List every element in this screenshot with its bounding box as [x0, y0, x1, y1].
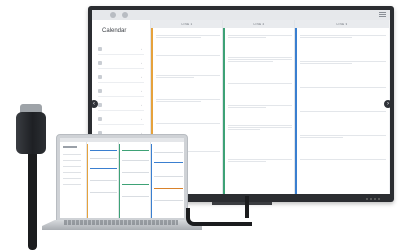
calendar-event[interactable] — [156, 98, 220, 102]
chevron-right-icon[interactable]: › — [384, 100, 390, 108]
chevron-right-icon: › — [141, 89, 142, 93]
laptop-screen — [60, 138, 184, 218]
indicator-lights — [366, 198, 380, 200]
calendar-event[interactable] — [228, 82, 292, 84]
chevron-right-icon: › — [141, 117, 142, 121]
item-icon — [98, 117, 102, 121]
laptop-cable — [186, 208, 252, 226]
calendar-event[interactable] — [156, 54, 220, 56]
item-icon — [98, 75, 102, 79]
laptop-sidebar — [60, 142, 87, 218]
calendar-event[interactable] — [300, 60, 386, 64]
item-icon — [98, 103, 102, 107]
laptop-keyboard — [64, 220, 178, 225]
sidebar-item[interactable]: › — [98, 114, 144, 125]
sidebar-item[interactable]: › — [98, 44, 144, 55]
calendar-event[interactable] — [300, 86, 386, 88]
day-column-header: LINE 3 — [295, 20, 389, 28]
laptop-day-column — [118, 142, 151, 218]
calendar-event[interactable] — [156, 34, 220, 38]
settings-icon[interactable] — [122, 12, 128, 18]
calendar-event[interactable] — [156, 122, 220, 124]
item-icon — [98, 61, 102, 65]
display-stand — [212, 202, 272, 205]
calendar-event[interactable] — [228, 104, 292, 108]
hdmi-cable — [28, 150, 37, 250]
laptop-day-column — [150, 142, 184, 218]
sidebar-title: Calendar — [102, 28, 127, 34]
calendar-event[interactable] — [228, 56, 292, 62]
day-column: LINE 2 — [222, 20, 295, 194]
chevron-right-icon: › — [141, 47, 142, 51]
top-bar — [92, 10, 390, 20]
day-column: LINE 3 — [294, 20, 389, 194]
item-icon — [98, 89, 102, 93]
column-accent-bar — [223, 28, 225, 194]
calendar-event[interactable] — [228, 34, 292, 38]
chevron-right-icon: › — [141, 103, 142, 107]
sidebar-item[interactable]: › — [98, 86, 144, 97]
sidebar-item[interactable]: › — [98, 58, 144, 69]
laptop-day-column — [86, 142, 119, 218]
column-accent-bar — [295, 28, 297, 194]
laptop-lid — [56, 134, 188, 222]
calendar-event[interactable] — [300, 134, 386, 138]
chevron-right-icon: › — [141, 75, 142, 79]
calendar-event[interactable] — [228, 158, 292, 162]
calendar-event[interactable] — [228, 124, 292, 130]
back-icon[interactable] — [110, 12, 116, 18]
calendar-event[interactable] — [300, 34, 386, 38]
hamburger-menu-icon[interactable] — [379, 12, 386, 18]
calendar-event[interactable] — [156, 74, 220, 78]
sidebar-item[interactable]: › — [98, 100, 144, 111]
sidebar-item[interactable]: › — [98, 72, 144, 83]
calendar-event[interactable] — [300, 158, 386, 160]
hdmi-plug — [16, 112, 46, 154]
day-column-header: LINE 1 — [151, 20, 223, 28]
calendar-event[interactable] — [300, 110, 386, 112]
chevron-right-icon: › — [141, 61, 142, 65]
day-column-header: LINE 2 — [223, 20, 295, 28]
item-icon — [98, 47, 102, 51]
